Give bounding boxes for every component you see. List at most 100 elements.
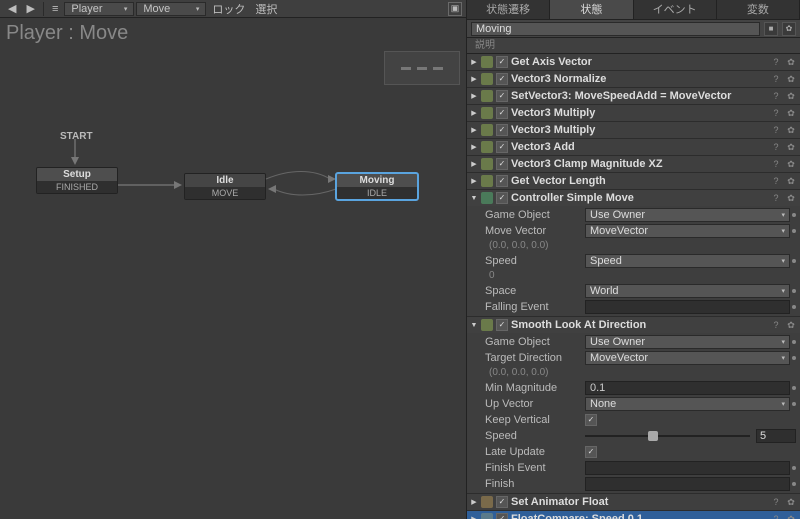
action-header[interactable]: ▶✓Get Vector Length?✿ [467,173,800,189]
description-label[interactable]: 説明 [467,38,800,54]
var-toggle-icon[interactable] [792,289,796,293]
field-checkbox[interactable]: ✓ [585,414,597,426]
minimap[interactable] [384,51,460,85]
field-slider-value[interactable] [756,429,796,443]
action-header[interactable]: ▶✓Get Axis Vector?✿ [467,54,800,70]
action-header[interactable]: ▶✓SetVector3: MoveSpeedAdd = MoveVector?… [467,88,800,104]
action-header[interactable]: ▶✓Set Animator Float?✿ [467,494,800,510]
tab-vars[interactable]: 変数 [717,0,800,19]
fold-icon[interactable]: ▶ [470,75,478,83]
fold-icon[interactable]: ▶ [470,177,478,185]
fsm-dropdown[interactable]: Move [136,2,206,16]
fold-icon[interactable]: ▶ [470,126,478,134]
field-dropdown[interactable]: Use Owner [585,335,790,349]
help-icon[interactable]: ? [770,90,782,102]
help-icon[interactable]: ? [770,56,782,68]
help-icon[interactable]: ? [770,319,782,331]
object-dropdown[interactable]: Player [64,2,134,16]
gear-icon[interactable]: ✿ [785,158,797,170]
tab-transition[interactable]: 状態遷移 [467,0,550,19]
action-header[interactable]: ▼✓Controller Simple Move?✿ [467,190,800,206]
action-enabled-checkbox[interactable]: ✓ [496,56,508,68]
fold-icon[interactable]: ▶ [470,498,478,506]
field-dropdown[interactable]: None [585,397,790,411]
help-icon[interactable]: ? [770,158,782,170]
color-swatch-icon[interactable]: ■ [764,22,778,36]
panel-options-icon[interactable]: ▣ [448,2,462,16]
action-enabled-checkbox[interactable]: ✓ [496,158,508,170]
gear-icon[interactable]: ✿ [785,319,797,331]
action-header[interactable]: ▶✓Vector3 Multiply?✿ [467,122,800,138]
field-input[interactable] [585,461,790,475]
back-button[interactable]: ◀ [4,2,20,16]
action-enabled-checkbox[interactable]: ✓ [496,496,508,508]
help-icon[interactable]: ? [770,496,782,508]
fold-icon[interactable]: ▶ [470,515,478,519]
field-input[interactable] [585,300,790,314]
tab-state[interactable]: 状態 [550,0,633,19]
field-input[interactable]: 0.1 [585,381,790,395]
gear-icon[interactable]: ✿ [785,124,797,136]
state-node-setup[interactable]: Setup FINISHED [36,167,118,194]
help-icon[interactable]: ? [770,124,782,136]
var-toggle-icon[interactable] [792,340,796,344]
lock-toggle[interactable]: ロック [208,2,249,16]
action-header[interactable]: ▶✓Vector3 Multiply?✿ [467,105,800,121]
gear-icon[interactable]: ✿ [785,141,797,153]
gear-icon[interactable]: ✿ [785,56,797,68]
fold-icon[interactable]: ▶ [470,160,478,168]
gear-icon[interactable]: ✿ [785,107,797,119]
fold-icon[interactable]: ▼ [470,322,478,329]
state-gear-icon[interactable]: ✿ [782,22,796,36]
state-name-input[interactable] [471,22,760,36]
field-dropdown[interactable]: MoveVector [585,224,790,238]
var-toggle-icon[interactable] [792,356,796,360]
action-header[interactable]: ▶✓FloatCompare: Speed 0.1?✿ [467,511,800,519]
action-header[interactable]: ▶✓Vector3 Clamp Magnitude XZ?✿ [467,156,800,172]
field-checkbox[interactable]: ✓ [585,446,597,458]
var-toggle-icon[interactable] [792,229,796,233]
var-toggle-icon[interactable] [792,259,796,263]
fold-icon[interactable]: ▼ [470,195,478,202]
field-dropdown[interactable]: Use Owner [585,208,790,222]
action-enabled-checkbox[interactable]: ✓ [496,73,508,85]
gear-icon[interactable]: ✿ [785,73,797,85]
action-header[interactable]: ▶✓Vector3 Normalize?✿ [467,71,800,87]
action-enabled-checkbox[interactable]: ✓ [496,513,508,519]
field-dropdown[interactable]: World [585,284,790,298]
fold-icon[interactable]: ▶ [470,109,478,117]
help-icon[interactable]: ? [770,141,782,153]
fold-icon[interactable]: ▶ [470,143,478,151]
gear-icon[interactable]: ✿ [785,513,797,519]
var-toggle-icon[interactable] [792,213,796,217]
action-enabled-checkbox[interactable]: ✓ [496,141,508,153]
select-button[interactable]: 選択 [251,2,281,16]
gear-icon[interactable]: ✿ [785,192,797,204]
field-dropdown[interactable]: MoveVector [585,351,790,365]
var-toggle-icon[interactable] [792,305,796,309]
gear-icon[interactable]: ✿ [785,496,797,508]
state-node-idle[interactable]: Idle MOVE [184,173,266,200]
tab-events[interactable]: イベント [634,0,717,19]
help-icon[interactable]: ? [770,175,782,187]
fsm-canvas[interactable]: START Setup FINISHED Idle MOVE Moving ID… [0,45,466,519]
gear-icon[interactable]: ✿ [785,90,797,102]
field-input[interactable] [585,477,790,491]
field-dropdown[interactable]: Speed [585,254,790,268]
action-header[interactable]: ▼✓Smooth Look At Direction?✿ [467,317,800,333]
var-toggle-icon[interactable] [792,386,796,390]
gear-icon[interactable]: ✿ [785,175,797,187]
state-node-moving[interactable]: Moving IDLE [336,173,418,200]
fold-icon[interactable]: ▶ [470,58,478,66]
field-slider[interactable] [585,429,796,443]
help-icon[interactable]: ? [770,192,782,204]
action-enabled-checkbox[interactable]: ✓ [496,107,508,119]
var-toggle-icon[interactable] [792,466,796,470]
action-header[interactable]: ▶✓Vector3 Add?✿ [467,139,800,155]
action-enabled-checkbox[interactable]: ✓ [496,175,508,187]
help-icon[interactable]: ? [770,513,782,519]
var-toggle-icon[interactable] [792,482,796,486]
menu-button[interactable]: ≡ [48,2,62,16]
action-enabled-checkbox[interactable]: ✓ [496,192,508,204]
help-icon[interactable]: ? [770,107,782,119]
